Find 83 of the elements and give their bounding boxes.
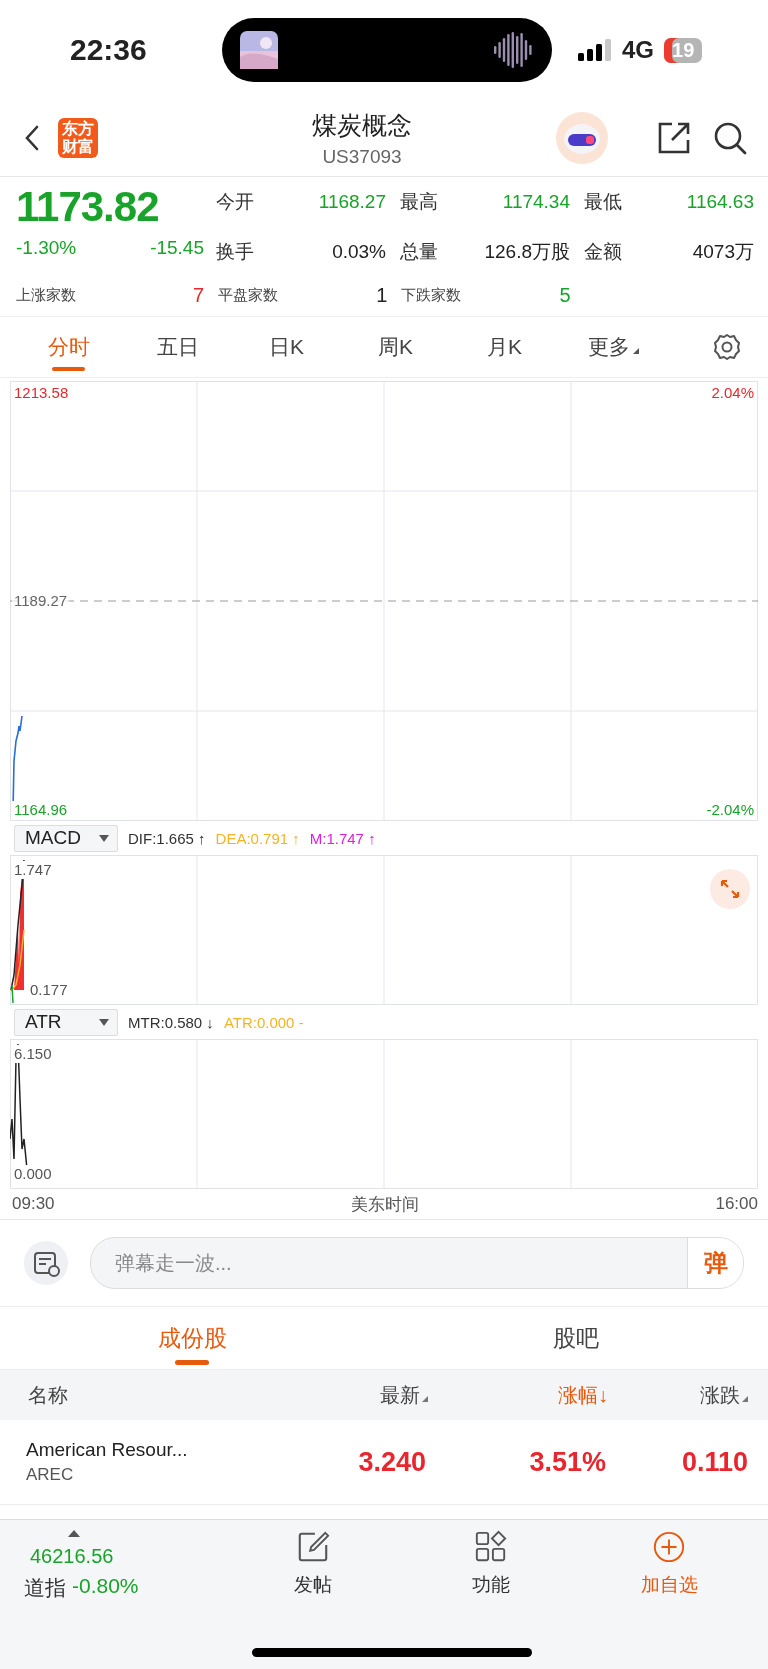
index-price: 1173.82 [16,183,160,231]
change-amount: -15.45 [150,237,204,259]
stock-name: American Resour... [26,1439,189,1461]
chart-tab[interactable]: 日K [232,323,341,371]
index-code: US37093 [322,145,402,168]
danmaku-settings-icon[interactable] [24,1241,68,1285]
signal-icon [578,39,612,61]
stat-label: 平盘家数 [218,285,278,305]
expand-button[interactable] [710,869,750,909]
chart-tab[interactable]: 分时 [14,323,123,371]
index-change: -0.80% [72,1574,139,1599]
dropdown-icon [99,1018,109,1026]
list-tab[interactable]: 股吧 [384,1311,768,1369]
network-label: 4G [622,36,654,64]
nav-button[interactable]: 功能 [472,1572,510,1598]
settings-icon[interactable] [712,332,742,362]
expand-icon [718,877,742,901]
stat-value: 4073万 [692,240,754,264]
index-name: 道指 [24,1575,66,1601]
table-cell-text: 0.110 [680,1446,748,1478]
column-header[interactable]: 涨跌 [700,1381,748,1409]
index-value: 46216.56 [30,1545,114,1568]
indicator-selector[interactable]: MACD [14,824,118,852]
chart-tab[interactable]: 月K [450,323,559,371]
edit-icon [296,1530,330,1564]
search-icon[interactable] [712,120,748,156]
back-icon[interactable] [24,124,40,152]
share-icon[interactable] [656,120,692,156]
column-header[interactable]: 名称 [28,1381,68,1409]
page-title: 煤炭概念 [312,109,412,141]
stat-value: 1168.27 [318,191,386,213]
comment-field[interactable]: 弹幕走一波... 弹 [90,1237,744,1289]
battery-level: 19 [664,37,703,63]
apps-icon [474,1530,508,1564]
indicator-readout: M:1.747 ↑ [309,829,376,847]
change-percent: -1.30% [16,237,77,259]
app-logo: 东方财富 [58,118,98,158]
stat-value: 1 [376,283,388,307]
dropdown-icon [633,348,639,354]
column-header[interactable]: 最新 [380,1381,428,1409]
stock-code: AREC [26,1465,75,1485]
sort-icon [422,1395,428,1402]
stat-value: 0.03% [332,241,386,263]
stat-label: 下跌家数 [401,285,462,305]
time-zone-label: 美东时间 [351,1193,419,1216]
stat-label: 总量 [400,240,438,264]
stat-label: 金额 [584,240,622,264]
indicator-readout: DEA:0.791 ↑ [215,829,300,847]
stat-value: 126.8万股 [484,240,570,264]
indicator-readout: MTR:0.580 ↓ [128,1013,214,1031]
axis-label: 1.747 [12,861,54,879]
waveform-icon [494,32,534,68]
stat-label: 今开 [216,190,254,214]
indicator-selector[interactable]: ATR [14,1008,118,1036]
robot-avatar-icon[interactable] [556,112,608,164]
sort-icon [742,1395,748,1402]
stat-value: 1164.63 [686,191,754,213]
danmaku-button[interactable]: 弹 [687,1238,743,1288]
stock-row[interactable]: American Resour... AREC 3.240 3.51% 0.110 [0,1420,768,1505]
indicator-readout: DIF:1.665 ↑ [128,829,206,847]
clock-time: 22:36 [70,33,148,67]
nav-button[interactable]: 发帖 [294,1572,332,1598]
dropdown-icon [99,834,109,842]
table-cell-text: 3.240 [357,1446,426,1478]
chart-tab[interactable]: 五日 [123,323,232,371]
chart-tab[interactable]: 周K [341,323,450,371]
stat-label: 最低 [584,190,622,214]
stat-label: 最高 [400,190,438,214]
table-cell-text: 3.51% [528,1446,606,1478]
stat-value: 5 [559,283,571,307]
time-label: 16:00 [715,1194,758,1214]
stat-value: 1174.34 [502,191,570,213]
stat-label: 换手 [216,240,254,264]
add-icon [652,1530,686,1564]
expand-icon [68,1530,80,1537]
stat-value: 7 [192,283,204,307]
stat-label: 上涨家数 [16,285,76,305]
index-ticker[interactable]: 46216.56 道指 -0.80% [24,1530,224,1669]
time-label: 09:30 [12,1194,55,1214]
list-tab[interactable]: 成份股 [0,1311,384,1369]
chart-tab[interactable]: 更多 [559,323,668,371]
axis-label: 6.150 [12,1045,54,1063]
indicator-readout: ATR:0.000 - [223,1013,304,1031]
